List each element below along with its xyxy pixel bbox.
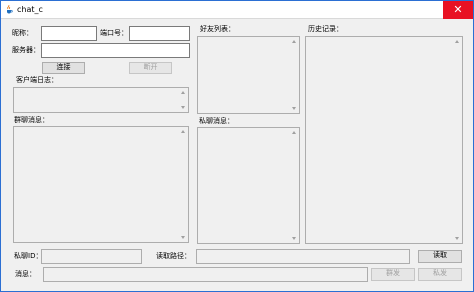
- close-icon: ✕: [453, 3, 463, 16]
- read-button[interactable]: 读取: [418, 250, 462, 263]
- group-send-button[interactable]: 群发: [371, 268, 415, 281]
- history-textarea[interactable]: [305, 36, 463, 244]
- close-button[interactable]: ✕: [443, 1, 473, 19]
- friend-list-box[interactable]: [197, 36, 300, 114]
- private-id-label: 私聊ID：: [14, 252, 43, 260]
- scroll-up-arrow-icon[interactable]: [292, 40, 296, 43]
- scroll-down-arrow-icon[interactable]: [292, 237, 296, 240]
- message-label: 消息：: [15, 270, 36, 278]
- history-label: 历史记录：: [308, 25, 343, 33]
- scroll-down-arrow-icon[interactable]: [455, 237, 459, 240]
- group-messages-label: 群聊消息：: [14, 116, 49, 124]
- chat-client-window: chat_c ✕ 昵称： 端口号： 服务器： 连接 断开 客户端日志： 群聊消息…: [0, 0, 474, 292]
- window-title: chat_c: [17, 5, 43, 14]
- client-log-textarea[interactable]: [13, 87, 189, 113]
- port-label: 端口号：: [100, 29, 128, 37]
- scroll-up-arrow-icon[interactable]: [455, 40, 459, 43]
- java-cup-icon: [7, 5, 13, 14]
- server-input[interactable]: [41, 43, 190, 58]
- client-log-label: 客户端日志：: [16, 76, 58, 84]
- friend-list-scrollbar[interactable]: [290, 37, 299, 113]
- nickname-input[interactable]: [41, 26, 97, 41]
- scroll-down-arrow-icon[interactable]: [292, 107, 296, 110]
- scroll-up-arrow-icon[interactable]: [181, 130, 185, 133]
- scroll-down-arrow-icon[interactable]: [181, 236, 185, 239]
- history-scrollbar[interactable]: [453, 37, 462, 243]
- read-path-label: 读取路径：: [156, 252, 191, 260]
- connect-button[interactable]: 连接: [42, 62, 85, 74]
- group-messages-textarea[interactable]: [13, 126, 189, 243]
- friend-list-label: 好友列表：: [200, 25, 235, 33]
- scroll-up-arrow-icon[interactable]: [181, 91, 185, 94]
- client-log-scrollbar[interactable]: [179, 88, 188, 112]
- private-send-button[interactable]: 私发: [418, 268, 462, 281]
- private-messages-label: 私聊消息：: [199, 117, 234, 125]
- group-messages-scrollbar[interactable]: [179, 127, 188, 242]
- nickname-label: 昵称：: [12, 29, 33, 37]
- disconnect-button[interactable]: 断开: [129, 62, 172, 74]
- private-messages-scrollbar[interactable]: [290, 128, 299, 243]
- private-messages-textarea[interactable]: [197, 127, 300, 244]
- port-input[interactable]: [129, 26, 190, 41]
- server-label: 服务器：: [12, 46, 40, 54]
- read-path-input[interactable]: [196, 249, 410, 264]
- private-id-input[interactable]: [41, 249, 142, 264]
- message-input[interactable]: [43, 267, 368, 282]
- title-bar: chat_c ✕: [1, 1, 473, 19]
- scroll-up-arrow-icon[interactable]: [292, 131, 296, 134]
- scroll-down-arrow-icon[interactable]: [181, 106, 185, 109]
